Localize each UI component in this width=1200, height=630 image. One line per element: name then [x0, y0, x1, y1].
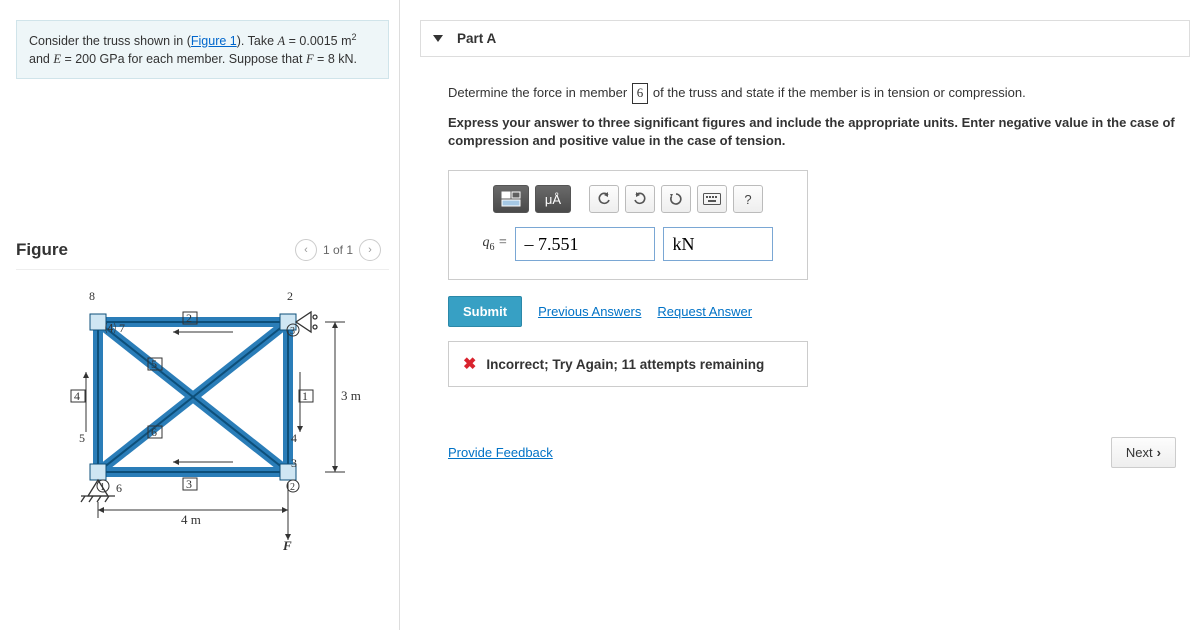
pager-next-button[interactable]: ›	[359, 239, 381, 261]
pager-prev-button[interactable]: ‹	[295, 239, 317, 261]
svg-text:1: 1	[302, 389, 308, 403]
help-button[interactable]: ?	[733, 185, 763, 213]
var-E: E	[53, 52, 61, 66]
text: ). Take	[237, 34, 278, 48]
units-input[interactable]	[663, 227, 773, 261]
units-button[interactable]: μÅ	[535, 185, 571, 213]
var-F: F	[306, 52, 314, 66]
answer-lhs: q6 =	[483, 235, 508, 253]
help-icon: ?	[744, 192, 751, 207]
undo-icon	[597, 192, 611, 206]
sup: 2	[352, 32, 357, 42]
units-icon: μÅ	[545, 192, 561, 207]
text: = 8 kN.	[314, 52, 357, 66]
value-input[interactable]	[515, 227, 655, 261]
svg-text:2: 2	[186, 311, 192, 325]
text: and	[29, 52, 53, 66]
figure-title: Figure	[16, 240, 68, 260]
provide-feedback-link[interactable]: Provide Feedback	[448, 445, 553, 460]
answer-box: μÅ ? q6 =	[448, 170, 808, 280]
svg-text:2: 2	[290, 482, 295, 493]
figure-canvas: 8 2 2 3 4 1 5 6 ⑷7 5 4 3 6 1 2 3	[16, 270, 389, 620]
svg-text:5: 5	[151, 357, 157, 371]
svg-text:1: 1	[100, 482, 105, 493]
svg-text:⑷: ⑷	[105, 321, 116, 335]
figure-pager: ‹ 1 of 1 ›	[295, 239, 381, 261]
svg-text:F: F	[282, 538, 292, 552]
svg-text:6: 6	[116, 481, 122, 495]
templates-button[interactable]	[493, 185, 529, 213]
svg-text:5: 5	[79, 431, 85, 445]
pager-label: 1 of 1	[323, 243, 353, 257]
svg-text:4 m: 4 m	[181, 512, 201, 527]
feedback-box: ✖ Incorrect; Try Again; 11 attempts rema…	[448, 341, 808, 387]
var-A: A	[278, 34, 286, 48]
question-text: Determine the force in member 6 of the t…	[448, 83, 1182, 104]
templates-icon	[501, 191, 521, 207]
svg-text:3 m: 3 m	[341, 388, 361, 403]
text: = 200 GPa for each member. Suppose that	[61, 52, 306, 66]
chevron-left-icon: ‹	[304, 244, 308, 256]
undo-button[interactable]	[589, 185, 619, 213]
caret-down-icon	[433, 35, 443, 42]
instruction-text: Express your answer to three significant…	[448, 114, 1182, 150]
problem-statement: Consider the truss shown in (Figure 1). …	[16, 20, 389, 79]
svg-text:3: 3	[186, 477, 192, 491]
text: = 0.0015 m	[285, 34, 351, 48]
request-answer-link[interactable]: Request Answer	[657, 304, 752, 319]
text: Consider the truss shown in (	[29, 34, 191, 48]
redo-button[interactable]	[625, 185, 655, 213]
feedback-text: Incorrect; Try Again; 11 attempts remain…	[486, 357, 764, 372]
next-button[interactable]: Next›	[1111, 437, 1176, 468]
svg-text:3: 3	[290, 326, 295, 337]
svg-text:4: 4	[74, 389, 80, 403]
svg-text:3: 3	[291, 456, 297, 470]
svg-text:4: 4	[291, 431, 297, 445]
part-header[interactable]: Part A	[420, 20, 1190, 57]
reset-button[interactable]	[661, 185, 691, 213]
svg-text:2: 2	[287, 289, 293, 303]
redo-icon	[633, 192, 647, 206]
answer-toolbar: μÅ ?	[467, 185, 789, 213]
svg-text:8: 8	[89, 289, 95, 303]
previous-answers-link[interactable]: Previous Answers	[538, 304, 641, 319]
keyboard-icon	[703, 193, 721, 205]
truss-diagram: 8 2 2 3 4 1 5 6 ⑷7 5 4 3 6 1 2 3	[43, 282, 363, 552]
part-label: Part A	[457, 31, 496, 46]
chevron-right-icon: ›	[368, 244, 372, 256]
reset-icon	[669, 192, 683, 206]
submit-button[interactable]: Submit	[448, 296, 522, 327]
chevron-right-icon: ›	[1157, 445, 1161, 460]
svg-text:6: 6	[151, 425, 157, 439]
svg-text:7: 7	[119, 321, 125, 335]
figure-link[interactable]: Figure 1	[191, 34, 237, 48]
member-number: 6	[632, 83, 649, 104]
keyboard-button[interactable]	[697, 185, 727, 213]
incorrect-icon: ✖	[463, 354, 476, 374]
